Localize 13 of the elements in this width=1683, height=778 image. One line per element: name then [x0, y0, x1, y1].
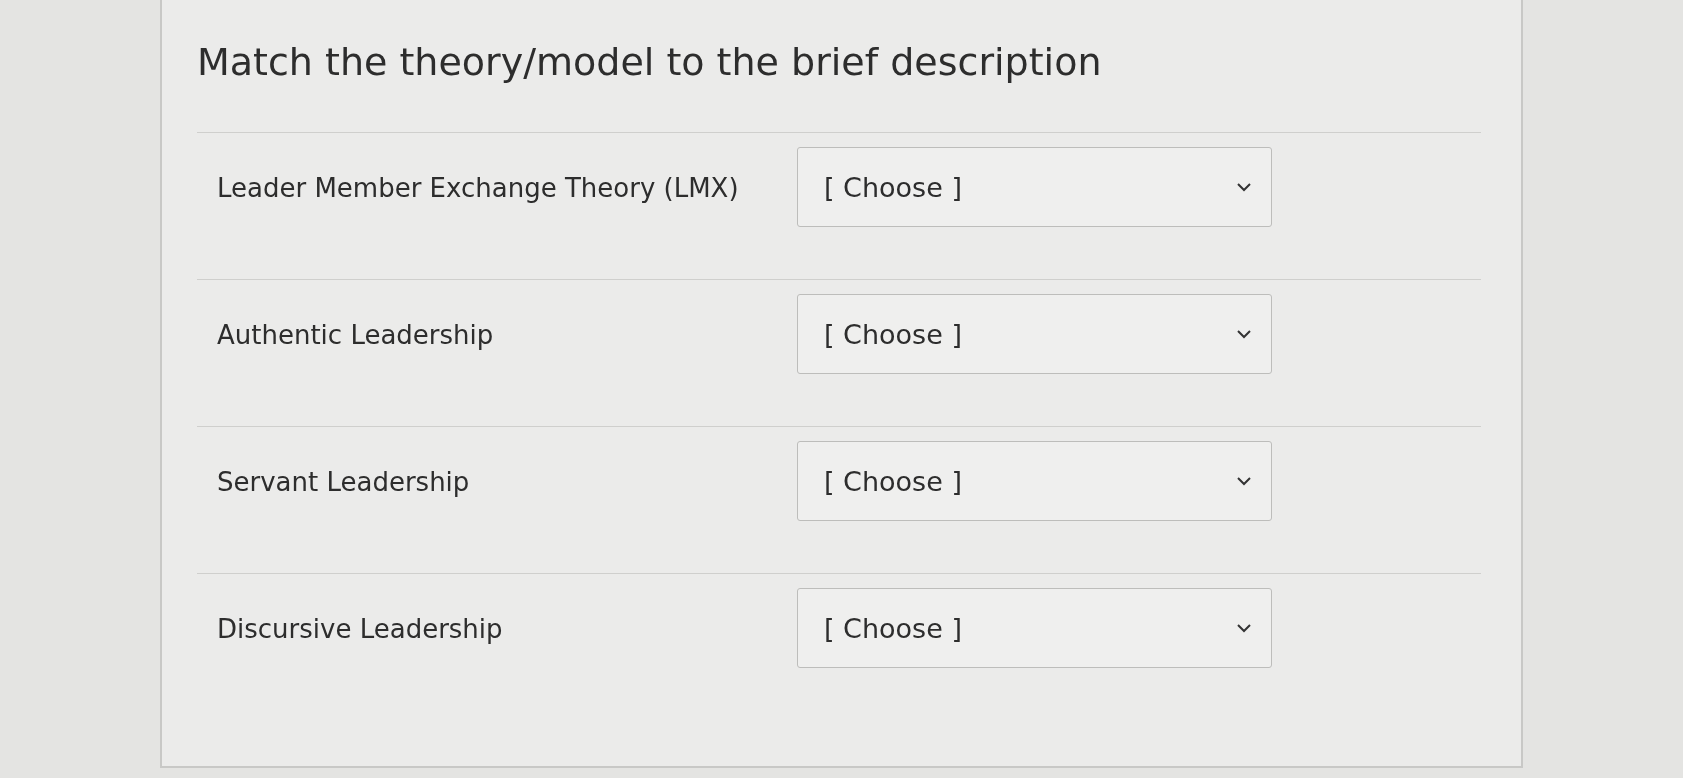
answer-dropdown[interactable]: [ Choose ] [797, 294, 1272, 374]
chevron-down-icon [1237, 329, 1251, 339]
answer-dropdown[interactable]: [ Choose ] [797, 588, 1272, 668]
chevron-down-icon [1237, 476, 1251, 486]
answer-dropdown[interactable]: [ Choose ] [797, 147, 1272, 227]
chevron-down-icon [1237, 182, 1251, 192]
answer-dropdown[interactable]: [ Choose ] [797, 441, 1272, 521]
answer-label: Authentic Leadership [217, 319, 495, 350]
answer-label: Leader Member Exchange Theory (LMX) [217, 172, 740, 203]
answer-label: Servant Leadership [217, 466, 471, 497]
question-title: Match the theory/model to the brief description [197, 40, 1103, 84]
answer-label: Discursive Leadership [217, 613, 504, 644]
chevron-down-icon [1237, 623, 1251, 633]
